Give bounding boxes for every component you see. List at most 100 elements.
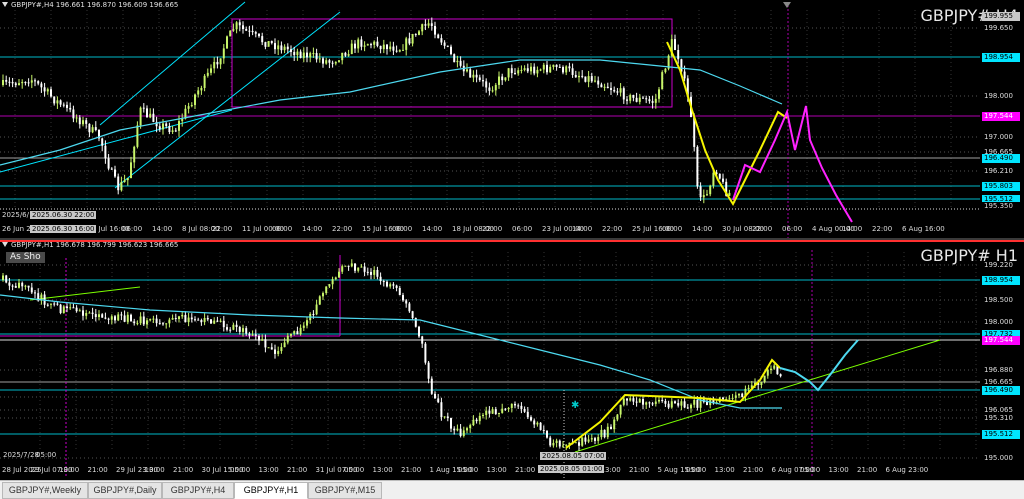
h1-candle-body (184, 314, 187, 323)
h1-candle-body (24, 285, 27, 287)
h4-candle-body (549, 66, 552, 73)
h1-candle-body (75, 307, 78, 312)
h1-candle-body (59, 304, 62, 314)
h4-candle-body (386, 44, 388, 50)
h1-candle-body (562, 445, 564, 447)
h1-candle-body (158, 323, 161, 325)
h4-candle-body (270, 41, 273, 44)
h1-candle-body (389, 284, 392, 287)
h1-candle-body (437, 398, 440, 403)
h1-candle-body (107, 318, 110, 320)
h1-candle-body (322, 293, 324, 297)
h1-candle-body (315, 304, 318, 315)
h1-candle-body (517, 405, 520, 407)
h1-candle-body (533, 420, 536, 425)
h4-cursor-time-label: 2025.06.30 22:00 (30, 211, 97, 219)
h1-candle-body (88, 312, 91, 314)
h4-candle-body (629, 95, 632, 101)
h1-candle-body (366, 271, 369, 273)
h4-candle-body (366, 44, 369, 46)
h4-candle-body (302, 52, 305, 58)
as-shown-button[interactable]: As Sho (6, 252, 45, 263)
dropdown-triangle-icon[interactable] (2, 242, 8, 247)
h1-candle-body (494, 409, 497, 414)
h4-candle-body (536, 69, 539, 74)
h1-candle-body (686, 407, 689, 409)
time-label: 13:00 (714, 466, 735, 474)
h4-candle-body (626, 99, 628, 101)
h1-candle-body (226, 327, 228, 330)
h1-candle-body (597, 437, 600, 441)
h1-candle-body (2, 275, 4, 280)
h1-candle-body (222, 320, 225, 328)
h4-candle-body (562, 67, 564, 73)
h1-candle-body (126, 314, 129, 322)
h1-candle-body (741, 393, 744, 398)
h1-candle-body (398, 287, 401, 296)
h1-candle-body (584, 437, 587, 442)
chart-tab[interactable]: GBPJPY#,Daily (88, 482, 162, 499)
h1-candle-body (178, 316, 180, 320)
h4-candle-body (59, 100, 62, 105)
price-label: 195.512 (982, 430, 1020, 439)
h4-candle-body (603, 86, 606, 88)
h4-candle-body (104, 145, 107, 159)
h4-candle-body (408, 38, 411, 44)
time-label: 06:00 (782, 225, 803, 233)
h4-trendline (0, 109, 233, 173)
time-label: 14:00 (842, 225, 863, 233)
h4-candle-body (494, 84, 497, 91)
h1-chart-pane[interactable]: ✱ GBPJPY#,H1 196.678 196.799 196.623 196… (0, 240, 1024, 480)
h4-shift-arrow-icon (783, 2, 791, 8)
h1-candle-body (526, 411, 529, 418)
h4-cursor-time-bottom: 2025.06.30 16:00 (30, 225, 97, 233)
h1-candle-body (155, 318, 158, 324)
h1-candle-body (514, 403, 516, 406)
h1-candle-body (21, 282, 24, 287)
h4-candle-body (488, 87, 491, 91)
price-label: 197.544 (982, 336, 1020, 345)
chart-tab[interactable]: GBPJPY#,H4 (162, 482, 234, 499)
h4-candle-body (30, 80, 33, 83)
h4-candle-body (581, 75, 584, 77)
time-label: 14:00 (572, 225, 593, 233)
h1-candle-body (638, 399, 641, 403)
h1-candle-body (395, 285, 398, 288)
h4-candle-body (94, 127, 97, 130)
h4-candle-body (139, 107, 142, 126)
h4-chart-canvas[interactable] (0, 0, 1024, 238)
h1-candle-body (773, 365, 776, 369)
time-label: 06:00 (512, 225, 533, 233)
h1-candle-body (5, 275, 8, 283)
h4-chart-pane[interactable]: GBPJPY#,H4 196.661 196.870 196.609 196.6… (0, 0, 1024, 238)
h1-candle-body (302, 325, 305, 328)
price-label: 199.220 (982, 261, 1020, 270)
dropdown-triangle-icon[interactable] (2, 2, 8, 7)
h1-candle-body (683, 401, 686, 408)
h1-candle-body (520, 405, 523, 409)
h1-candle-body (254, 334, 257, 336)
h1-candle-body (94, 314, 97, 318)
h4-candle-body (232, 29, 235, 31)
h4-candle-body (600, 84, 603, 88)
h1-chart-canvas[interactable]: ✱ (0, 240, 1024, 480)
chart-tab[interactable]: GBPJPY#,M15 (308, 482, 382, 499)
chart-tab[interactable]: GBPJPY#,H1 (234, 482, 308, 499)
h4-candle-body (194, 94, 196, 106)
h4-candle-body (645, 98, 648, 100)
price-label: 196.490 (982, 386, 1020, 395)
h4-candle-body (213, 61, 216, 69)
h4-candle-body (504, 77, 507, 81)
h1-candle-body (370, 271, 372, 275)
h4-candle-body (85, 120, 88, 124)
chart-tab[interactable]: GBPJPY#,Weekly (2, 482, 88, 499)
h4-candle-body (392, 46, 395, 51)
h4-candle-body (341, 52, 344, 61)
chart-tab-bar: GBPJPY#,Weekly GBPJPY#,Daily GBPJPY#,H4 GBP… (0, 480, 1024, 499)
h4-candle-body (328, 60, 331, 63)
h4-candle-body (130, 162, 132, 179)
h4-candle-body (520, 69, 523, 71)
time-label: 14:00 (422, 225, 443, 233)
h1-candle-body (347, 265, 350, 267)
h1-candle-body (34, 292, 36, 294)
